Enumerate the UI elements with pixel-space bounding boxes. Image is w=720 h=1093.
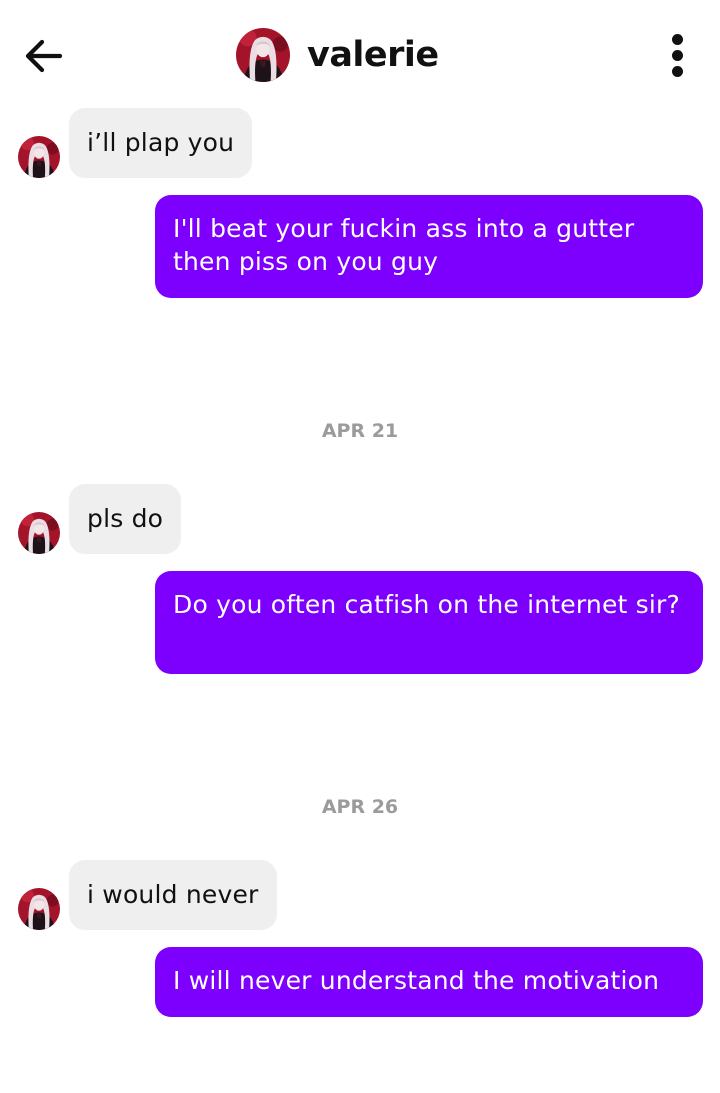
outgoing-message[interactable]: I will never understand the motivation — [155, 947, 703, 1017]
outgoing-message[interactable]: I'll beat your fuckin ass into a gutter … — [155, 195, 703, 298]
contact-avatar[interactable] — [236, 28, 290, 82]
more-options-button[interactable] — [660, 32, 696, 78]
incoming-message[interactable]: pls do — [69, 484, 182, 554]
sender-avatar[interactable] — [18, 136, 60, 178]
date-divider: APR 26 — [321, 796, 399, 818]
incoming-message[interactable]: i would never — [69, 860, 277, 930]
outgoing-message[interactable]: Do you often catfish on the internet sir… — [155, 571, 703, 674]
back-arrow-icon — [25, 39, 63, 73]
date-divider: APR 21 — [321, 420, 399, 442]
sender-avatar[interactable] — [18, 512, 60, 554]
sender-avatar[interactable] — [18, 888, 60, 930]
chat-header: valerie — [0, 0, 720, 108]
contact-name[interactable]: valerie — [307, 33, 439, 77]
chat-screen: valerie i’ll plap you I'll beat your fuc… — [0, 0, 720, 1093]
back-button[interactable] — [22, 34, 66, 78]
incoming-message[interactable]: i’ll plap you — [69, 108, 253, 178]
